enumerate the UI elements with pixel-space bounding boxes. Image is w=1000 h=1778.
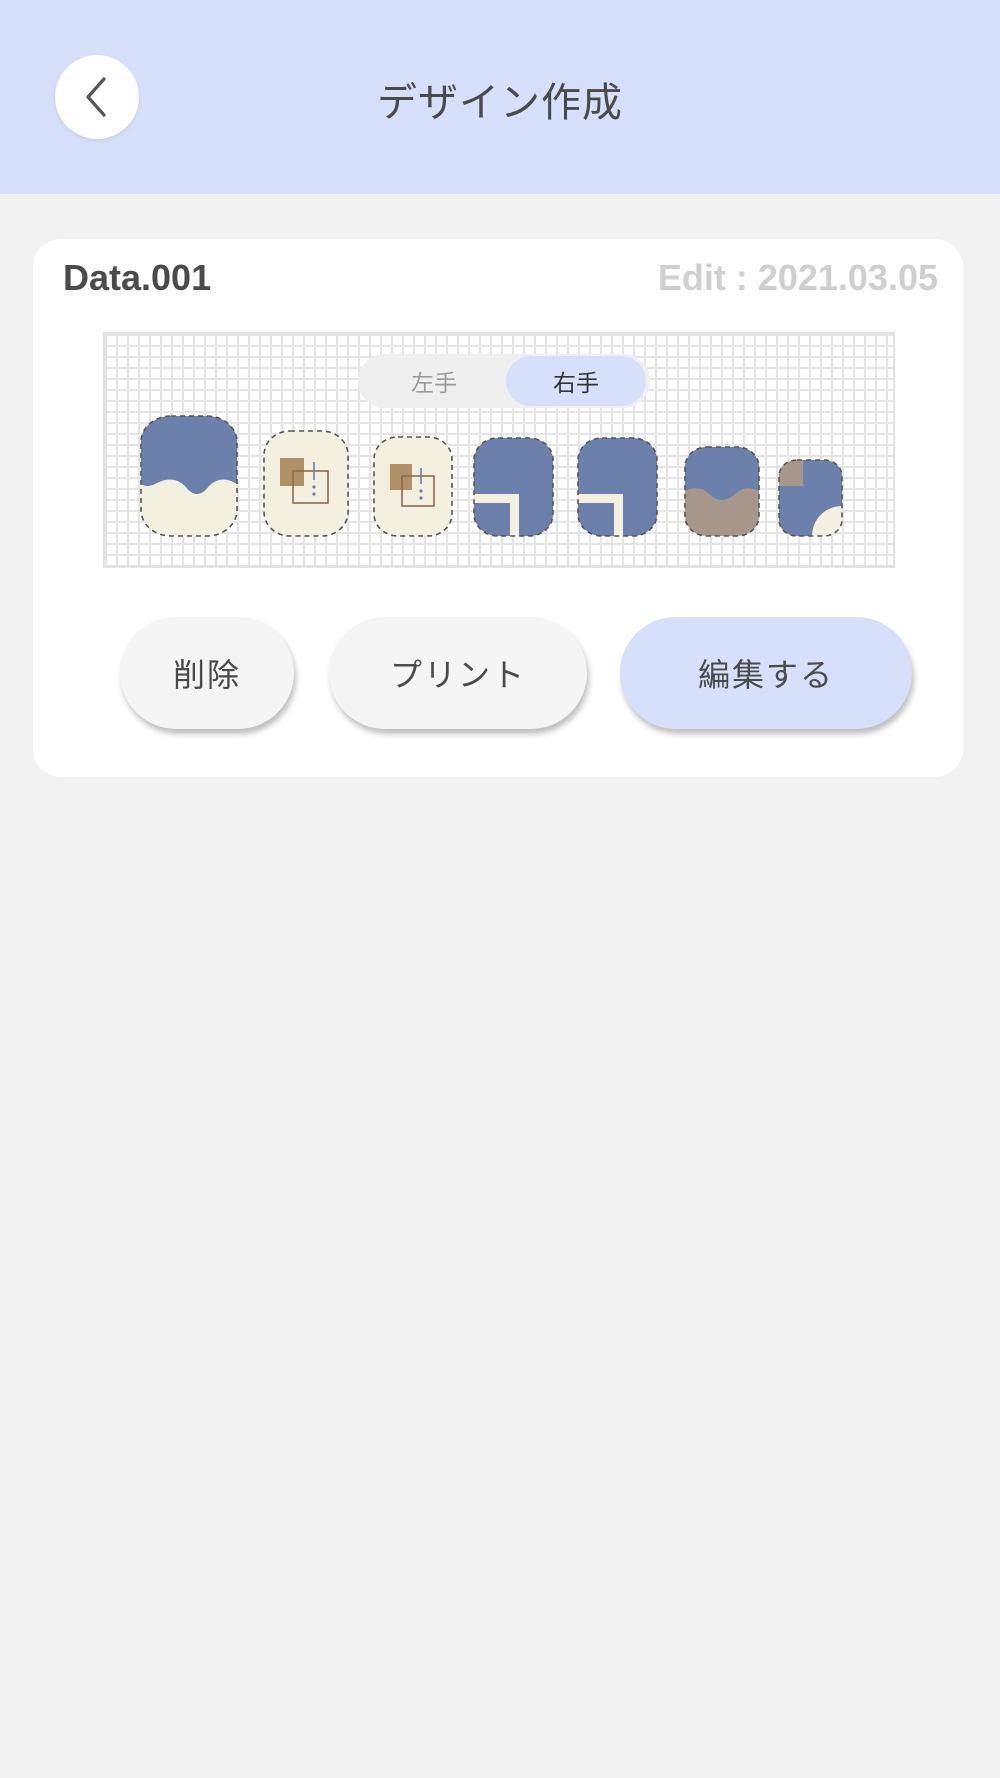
nail-pinky [577,437,658,537]
edit-date: Edit : 2021.03.05 [657,257,938,298]
nail-ring [473,437,554,537]
design-card: Data.001 Edit : 2021.03.05 左手 右手 削除 プリント… [33,239,963,777]
nail-extra-1 [684,446,760,537]
nail-index [263,430,349,537]
header-bar: デザイン作成 [0,0,1000,194]
nail-thumb [140,415,238,537]
design-title: Data.001 [63,257,212,298]
edit-button[interactable]: 編集する [620,617,912,729]
nail-preview-grid: 左手 右手 [103,332,895,568]
print-button[interactable]: プリント [329,617,587,729]
page-title: デザイン作成 [377,80,623,126]
delete-button[interactable]: 削除 [120,617,294,729]
nail-designs [140,415,843,537]
nail-middle [373,436,453,537]
nail-extra-2 [778,459,843,537]
